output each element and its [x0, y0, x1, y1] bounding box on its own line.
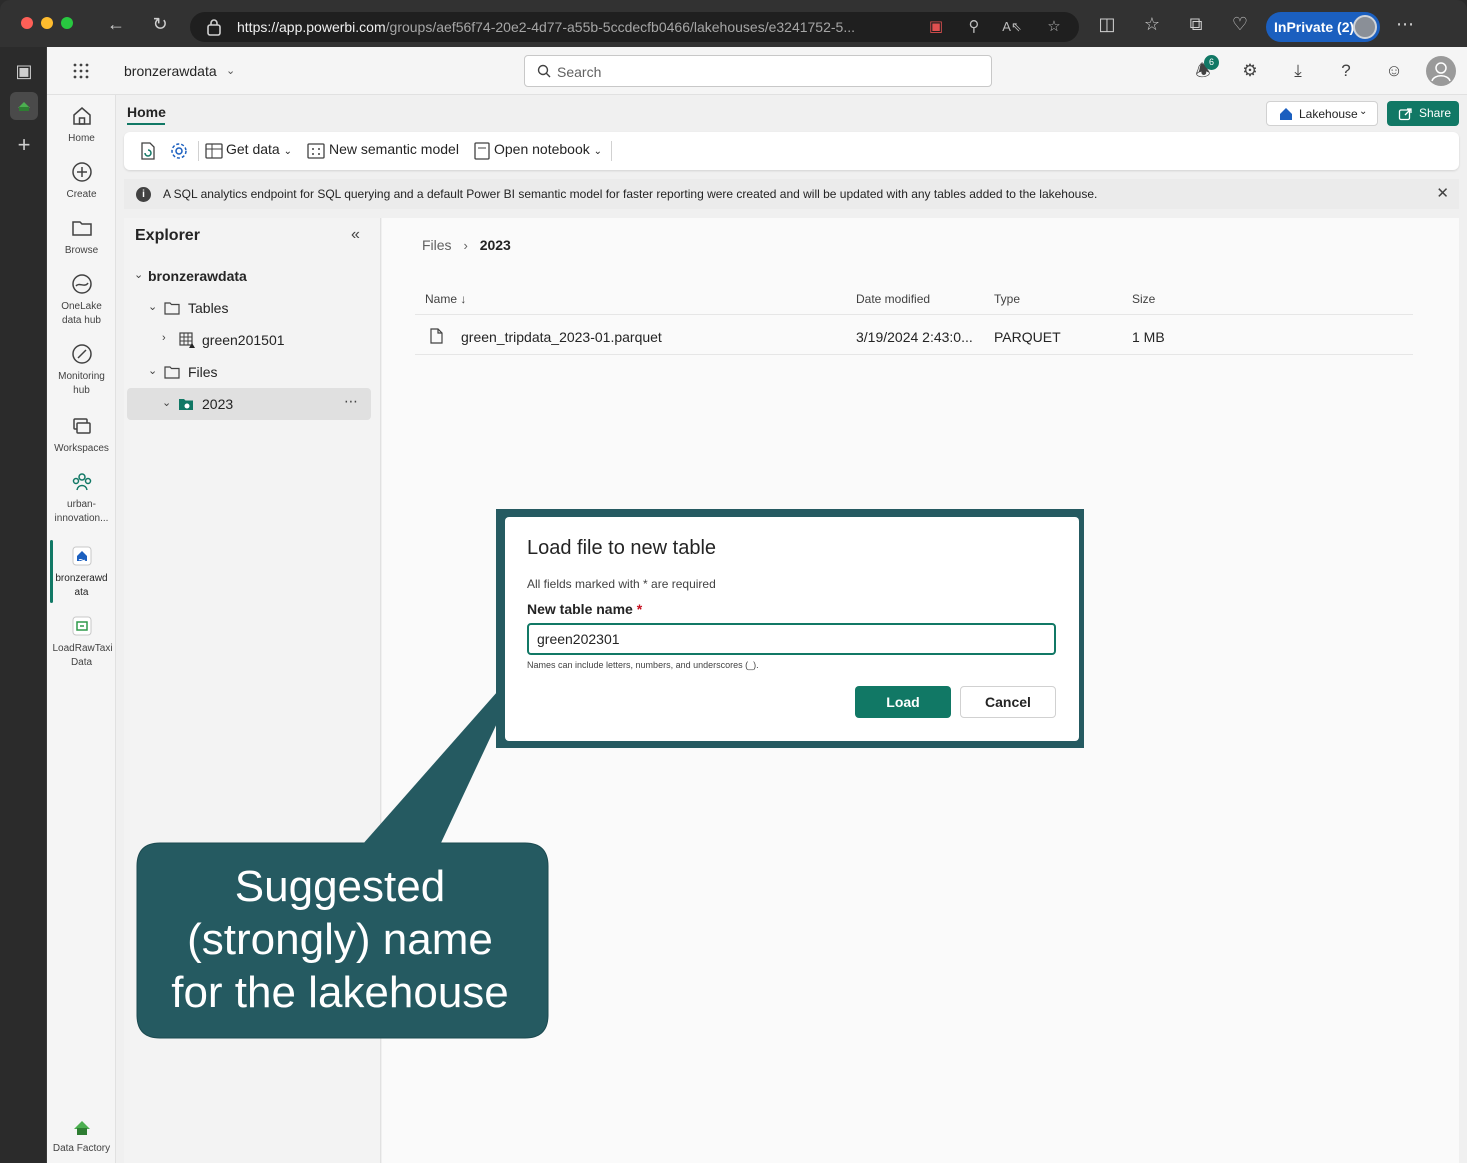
load-file-dialog: Load file to new table All fields marked… [505, 517, 1079, 741]
table-name-label: New table name * [527, 601, 643, 617]
load-button[interactable]: Load [855, 686, 951, 718]
table-name-input[interactable] [527, 623, 1056, 655]
table-name-hint: Names can include letters, numbers, and … [527, 660, 759, 670]
cancel-button[interactable]: Cancel [960, 686, 1056, 718]
dialog-title: Load file to new table [527, 537, 717, 559]
required-note: All fields marked with * are required [527, 577, 716, 591]
callout-text: Suggested (strongly) name for the lakeho… [171, 862, 509, 1017]
